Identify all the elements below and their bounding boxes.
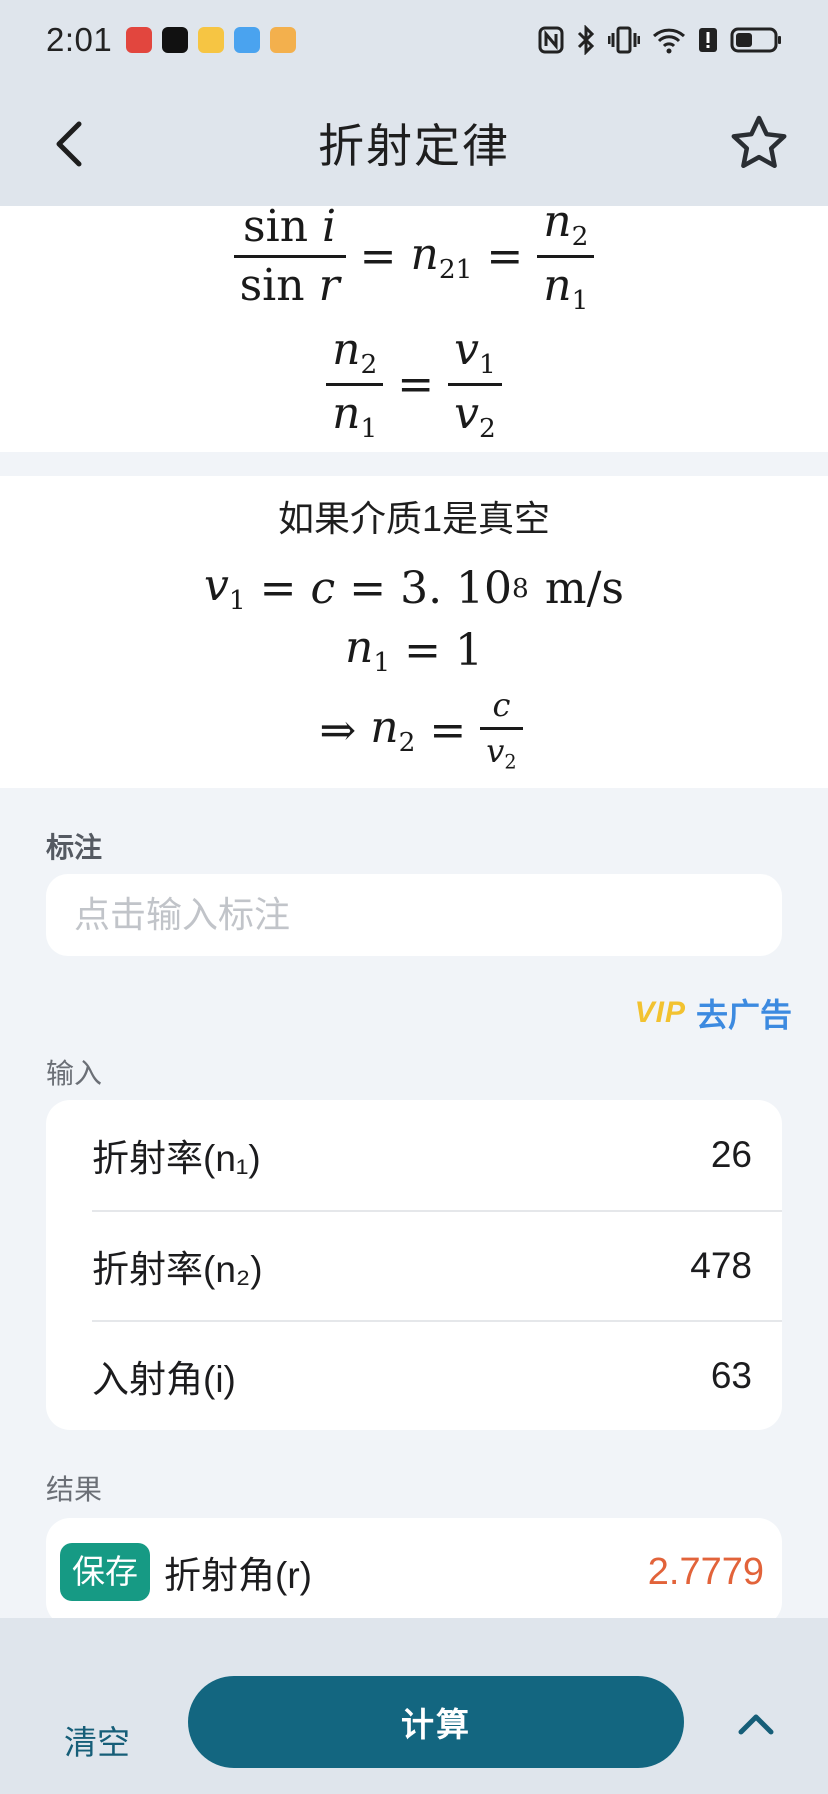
input-row-n2[interactable]: 折射率(n₂) 478 [92, 1210, 782, 1320]
page-title: 折射定律 [318, 120, 510, 172]
weather-app-icon [234, 27, 261, 53]
notification-icons [126, 27, 297, 53]
status-time: 2:01 [46, 21, 113, 58]
input-value-n2[interactable]: 478 [690, 1245, 752, 1287]
note-label: 标注 [46, 832, 103, 863]
reader-app-icon [270, 27, 297, 53]
remove-ads-link[interactable]: VIP 去广告 [635, 990, 792, 1036]
formula-panel-ratio: sin i sin r = n21 = n2 n1 n2 n1 = v1 v2 [0, 197, 828, 452]
input-value-n1[interactable]: 26 [711, 1134, 752, 1176]
bluetooth-icon [577, 25, 595, 55]
snell-ratio-equation: sin i sin r = n21 = n2 n1 [0, 197, 828, 316]
result-section-label: 结果 [46, 1474, 103, 1505]
input-section-label: 输入 [46, 1058, 103, 1089]
nfc-icon [538, 26, 564, 54]
calculate-button[interactable]: 计算 [188, 1676, 684, 1768]
wifi-icon [652, 28, 686, 54]
favorite-button[interactable] [726, 110, 792, 176]
input-row-incidence[interactable]: 入射角(i) 63 [92, 1320, 782, 1430]
remove-ads-text: 去广告 [695, 997, 792, 1033]
system-status-icons [538, 25, 782, 55]
status-bar: 2:01 [0, 0, 828, 80]
back-button[interactable] [42, 114, 94, 174]
weibo-app-icon [198, 27, 225, 53]
result-name: 折射角(r) [164, 1555, 312, 1596]
velocity-ratio-equation: n2 n1 = v1 v2 [0, 325, 828, 444]
n2-derivation-equation: ⇒ n2 = c v2 [0, 687, 828, 773]
formula-panel-vacuum: 如果介质1是真空 v1 = c = 3. 10 8 m/s n1 = 1 ⇒ n2… [0, 476, 828, 788]
save-button[interactable]: 保存 [60, 1543, 150, 1601]
input-value-incidence[interactable]: 63 [711, 1355, 752, 1397]
light-speed-equation: v1 = c = 3. 10 8 m/s [204, 560, 624, 617]
app-header: 折射定律 [0, 80, 828, 206]
clear-button[interactable]: 清空 [64, 1716, 130, 1764]
chevron-up-icon [738, 1714, 774, 1735]
app-root: 2:01 折射定律 sin i sin r = n21 = n2 n1 n2 n… [0, 0, 828, 1794]
input-card: 折射率(n₁) 26 折射率(n₂) 478 入射角(i) 63 [46, 1100, 782, 1430]
collapse-button[interactable] [734, 1702, 778, 1746]
huawei-app-icon [126, 27, 153, 53]
input-label-n1: 折射率(n₁) [92, 1138, 261, 1179]
chevron-left-icon [56, 121, 82, 167]
input-label-n2: 折射率(n₂) [92, 1249, 263, 1290]
vip-badge: VIP [634, 996, 686, 1029]
star-icon [731, 115, 787, 169]
n2-over-n1-fraction: n2 n1 [537, 197, 595, 316]
media-app-icon [162, 27, 189, 53]
vibrate-icon [608, 26, 640, 54]
input-label-incidence: 入射角(i) [92, 1359, 236, 1400]
battery-icon [730, 27, 781, 53]
sin-ratio-fraction: sin i sin r [233, 202, 346, 311]
n1-equals-one-equation: n1 = 1 [344, 622, 483, 679]
note-input[interactable] [46, 874, 782, 956]
vacuum-heading: 如果介质1是真空 [277, 498, 551, 539]
result-card: 保存 折射角(r) 2.7779 [46, 1518, 782, 1626]
input-row-n1[interactable]: 折射率(n₁) 26 [92, 1100, 782, 1210]
alert-icon [699, 28, 717, 52]
bottom-bar: 清空 计算 [0, 1618, 828, 1794]
result-value: 2.7779 [647, 1550, 764, 1593]
